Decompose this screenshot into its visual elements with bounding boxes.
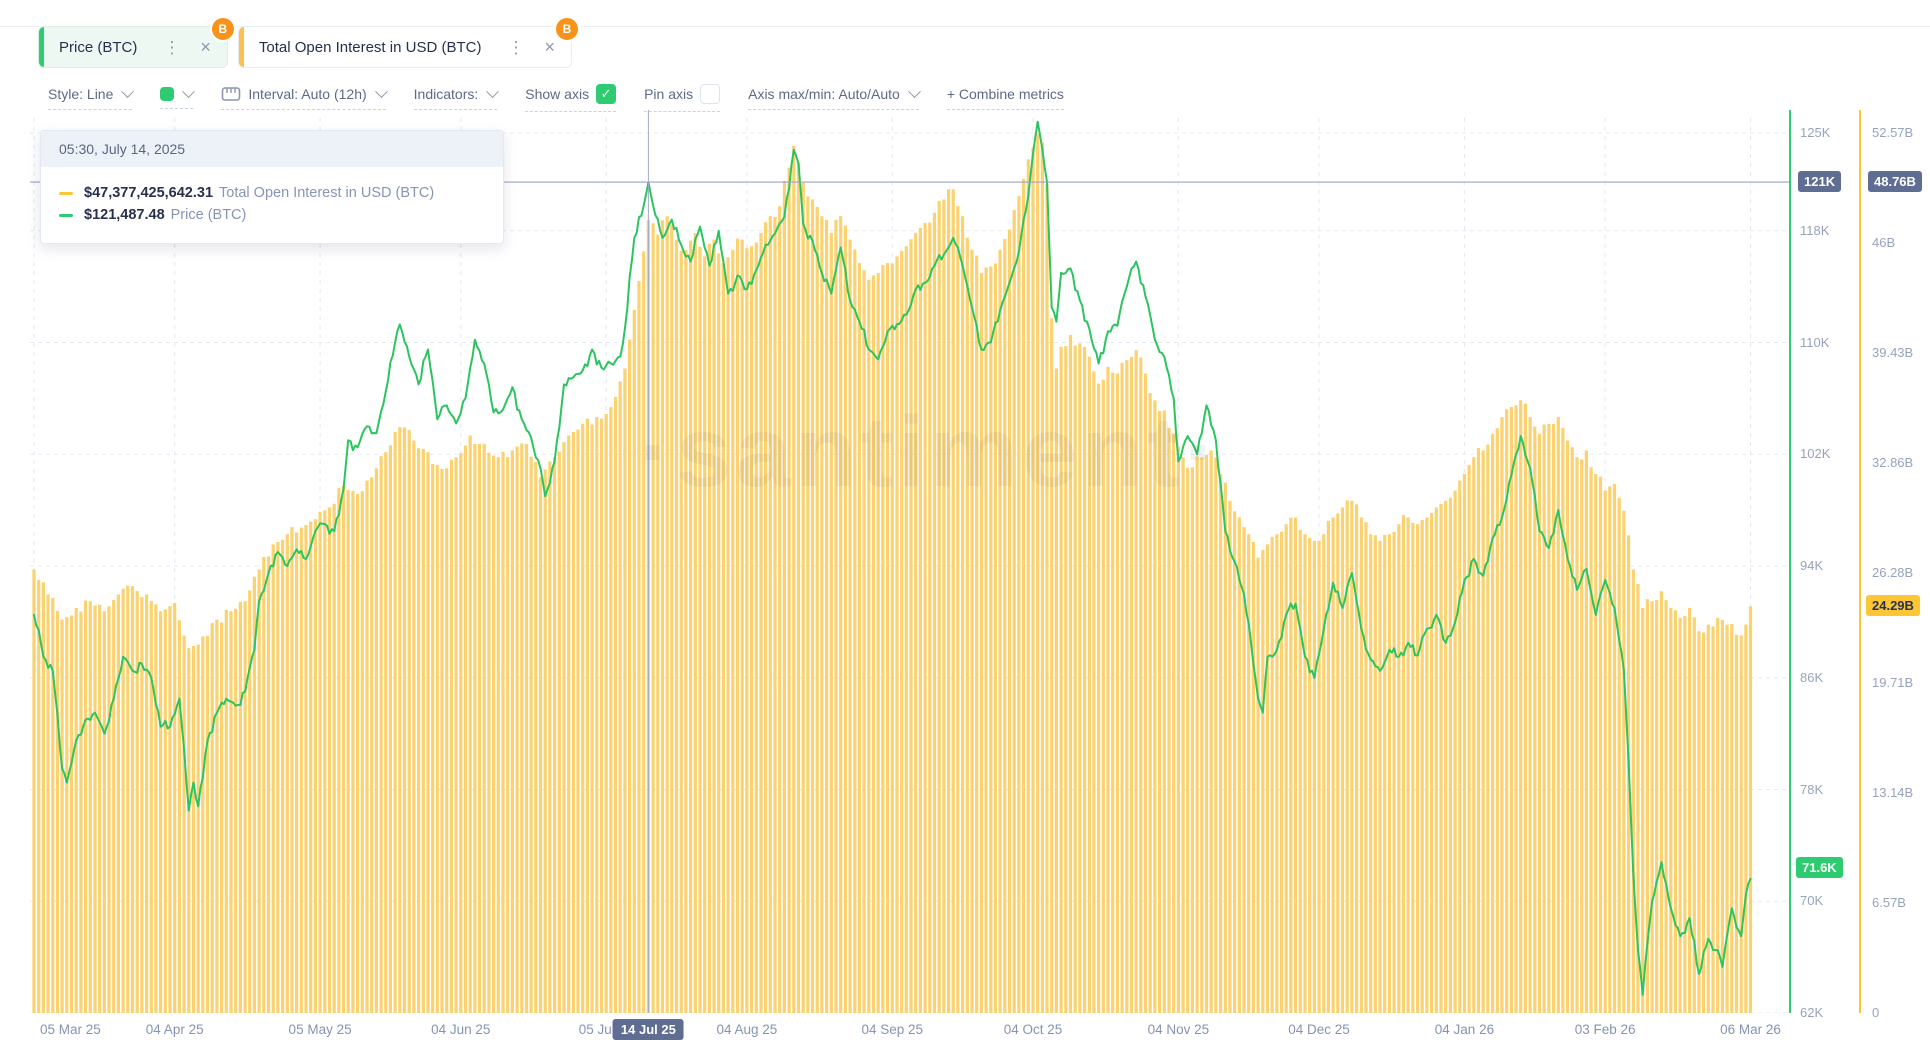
metric-tabs: Price (BTC) ⋮ × B Total Open Interest in…: [38, 26, 572, 68]
open-interest-axis-tick: 32.86B: [1872, 455, 1913, 470]
tooltip-value: $121,487.48: [84, 207, 165, 223]
open-interest-axis-tick: 26.28B: [1872, 565, 1913, 580]
bitcoin-badge-icon: B: [554, 16, 580, 42]
x-axis-label: 06 Mar 26: [1720, 1022, 1781, 1037]
color-swatch-dropdown[interactable]: [160, 87, 193, 109]
show-axis-checkbox[interactable]: ✓: [596, 84, 616, 104]
x-axis-label: 04 Jan 26: [1435, 1022, 1494, 1037]
price-last-value-badge: 71.6K: [1796, 857, 1843, 878]
interval-ruler-icon: [221, 86, 241, 102]
x-axis-label: 04 Aug 25: [716, 1022, 777, 1037]
tab-accent-bar: [239, 27, 244, 67]
style-label: Style: Line: [48, 86, 113, 102]
chevron-down-icon: [122, 85, 135, 98]
kebab-menu-icon[interactable]: ⋮: [503, 39, 528, 56]
open-interest-axis-tick: 13.14B: [1872, 785, 1913, 800]
chart-plot-area[interactable]: [30, 110, 1790, 1013]
show-axis-label: Show axis: [525, 86, 589, 102]
price-axis-tick: 94K: [1800, 558, 1823, 573]
close-icon[interactable]: ×: [198, 38, 213, 56]
color-swatch: [160, 87, 174, 101]
tab-label: Total Open Interest in USD (BTC): [259, 39, 482, 56]
open-interest-axis-tick: 6.57B: [1872, 895, 1906, 910]
kebab-menu-icon[interactable]: ⋮: [159, 39, 184, 56]
combine-metrics-label: + Combine metrics: [947, 86, 1064, 102]
price-axis-line: [1789, 110, 1791, 1013]
open-interest-last-value-badge: 24.29B: [1866, 595, 1920, 616]
chevron-down-icon: [375, 85, 388, 98]
tooltip-body: $47,377,425,642.31 Total Open Interest i…: [41, 167, 503, 243]
open-interest-axis-tick: 0: [1872, 1005, 1879, 1020]
tooltip-timestamp: 05:30, July 14, 2025: [41, 131, 503, 167]
open-interest-axis-tick: 46B: [1872, 235, 1895, 250]
interval-label: Interval: Auto (12h): [248, 86, 366, 102]
open-interest-crosshair-badge: 48.76B: [1868, 171, 1922, 192]
series-dash-icon: [59, 192, 73, 195]
axis-maxmin-dropdown[interactable]: Axis max/min: Auto/Auto: [748, 86, 919, 110]
crosshair-date-badge: 14 Jul 25: [613, 1019, 684, 1040]
tab-accent-bar: [39, 27, 44, 67]
tooltip-value: $47,377,425,642.31: [84, 185, 213, 201]
combine-metrics-button[interactable]: + Combine metrics: [947, 86, 1064, 110]
indicators-label: Indicators:: [414, 86, 479, 102]
pin-axis-checkbox[interactable]: [700, 84, 720, 104]
x-axis-label: 04 Dec 25: [1288, 1022, 1350, 1037]
tooltip-row-open-interest: $47,377,425,642.31 Total Open Interest i…: [59, 185, 485, 201]
price-axis-tick: 125K: [1800, 125, 1830, 140]
open-interest-axis-tick: 39.43B: [1872, 345, 1913, 360]
x-axis-label: 04 Sep 25: [861, 1022, 923, 1037]
santiment-chart-app: { "tabs": [ {"label": "Price (BTC)", "ac…: [0, 0, 1930, 1047]
x-axis-label: 04 Jun 25: [431, 1022, 490, 1037]
chevron-down-icon: [183, 85, 196, 98]
tab-total-open-interest[interactable]: Total Open Interest in USD (BTC) ⋮ × B: [238, 26, 572, 68]
open-interest-axis-tick: 19.71B: [1872, 675, 1913, 690]
open-interest-axis-tick: 52.57B: [1872, 125, 1913, 140]
x-axis-label: 04 Nov 25: [1148, 1022, 1210, 1037]
open-interest-axis-line: [1859, 110, 1861, 1013]
x-axis-label: 05 May 25: [289, 1022, 352, 1037]
axis-maxmin-label: Axis max/min: Auto/Auto: [748, 86, 900, 102]
indicators-dropdown[interactable]: Indicators:: [414, 86, 498, 110]
price-axis-tick: 110K: [1800, 335, 1829, 350]
price-axis-tick: 86K: [1800, 670, 1823, 685]
interval-dropdown[interactable]: Interval: Auto (12h): [221, 86, 385, 110]
x-axis-label: 04 Oct 25: [1004, 1022, 1063, 1037]
chart-tooltip: 05:30, July 14, 2025 $47,377,425,642.31 …: [40, 130, 504, 244]
price-axis-tick: 78K: [1800, 782, 1823, 797]
tooltip-series-name: Total Open Interest in USD (BTC): [219, 185, 434, 201]
tooltip-row-price: $121,487.48 Price (BTC): [59, 207, 485, 223]
price-axis-tick: 62K: [1800, 1005, 1823, 1020]
x-axis-label: 05 Mar 25: [40, 1022, 101, 1037]
series-dash-icon: [59, 214, 73, 217]
pin-axis-toggle[interactable]: Pin axis: [644, 84, 720, 112]
price-axis-tick: 70K: [1800, 893, 1823, 908]
chart-toolbar: Style: Line Interval: Auto (12h) Indicat…: [48, 84, 1064, 112]
style-dropdown[interactable]: Style: Line: [48, 86, 132, 110]
chevron-down-icon: [908, 85, 921, 98]
tab-label: Price (BTC): [59, 39, 137, 56]
price-axis-tick: 102K: [1800, 446, 1830, 461]
x-axis-label: 03 Feb 26: [1575, 1022, 1636, 1037]
pin-axis-label: Pin axis: [644, 86, 693, 102]
close-icon[interactable]: ×: [542, 38, 557, 56]
chevron-down-icon: [486, 85, 499, 98]
tooltip-series-name: Price (BTC): [171, 207, 247, 223]
bitcoin-badge-icon: B: [210, 16, 236, 42]
tab-price-btc[interactable]: Price (BTC) ⋮ × B: [38, 26, 228, 68]
price-crosshair-badge: 121K: [1798, 171, 1841, 192]
show-axis-toggle[interactable]: Show axis ✓: [525, 84, 616, 112]
x-axis-label: 04 Apr 25: [146, 1022, 204, 1037]
price-axis-tick: 118K: [1800, 223, 1829, 238]
